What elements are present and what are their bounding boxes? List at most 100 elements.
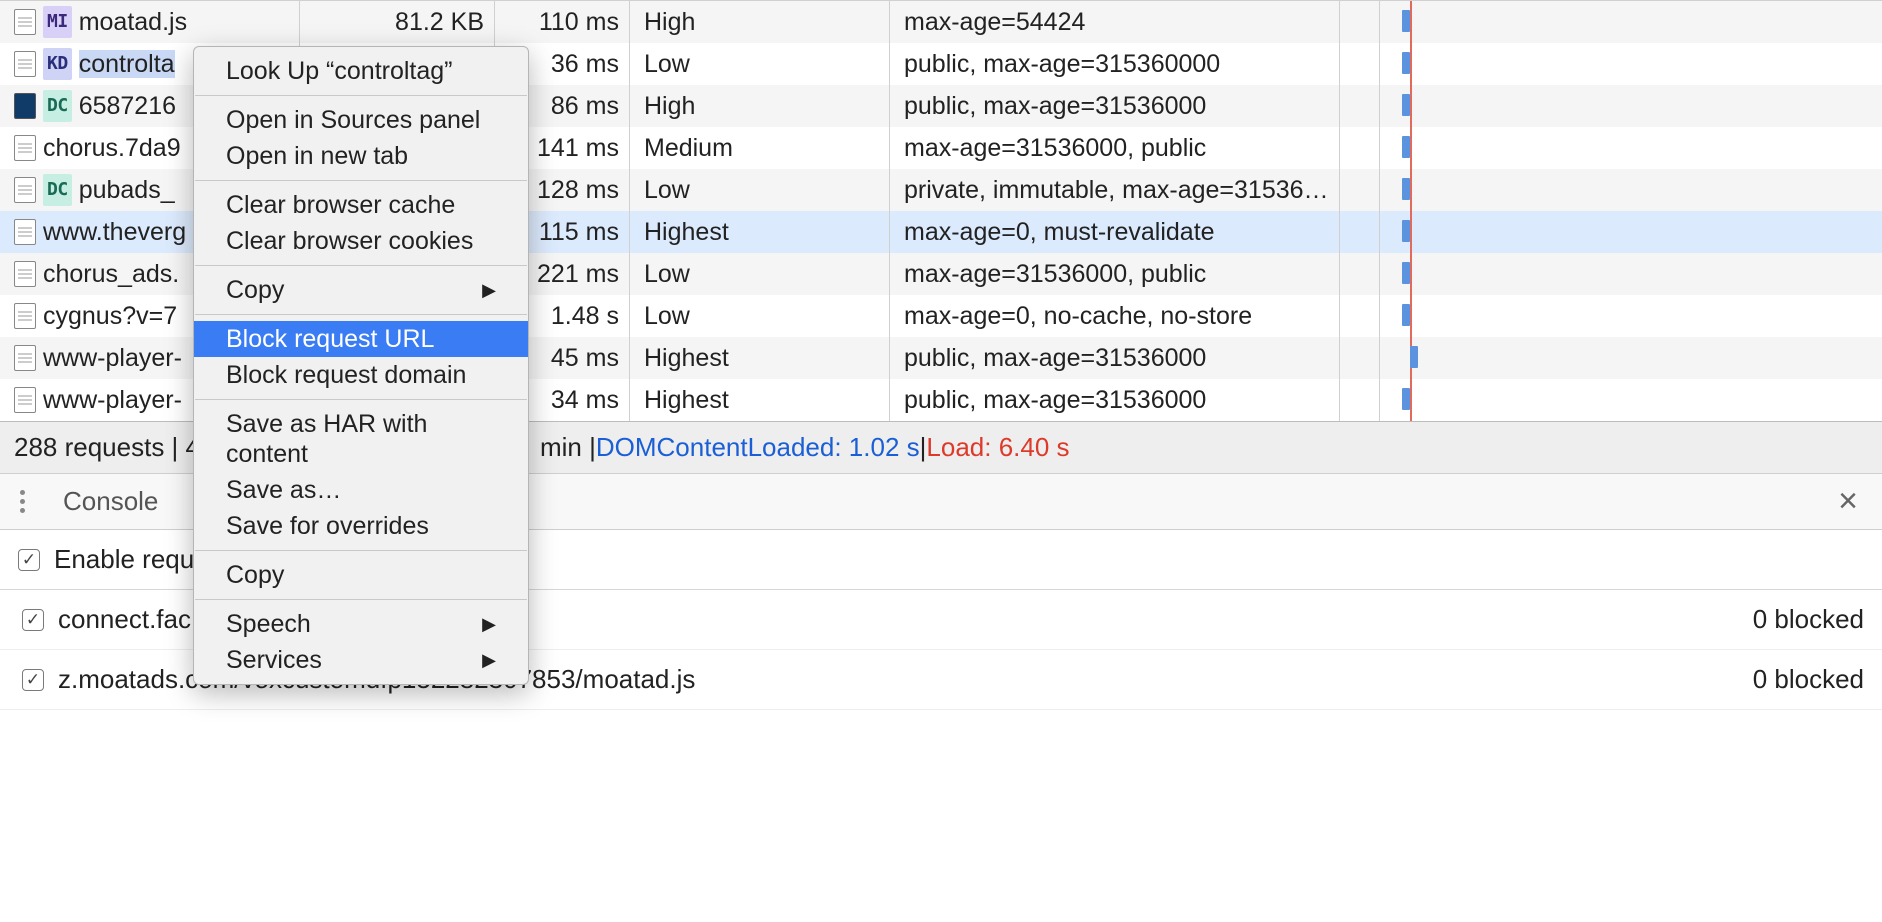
time-cell: 110 ms — [495, 1, 630, 43]
initiator-badge: KD — [43, 48, 72, 80]
menu-separator — [195, 265, 527, 266]
spacer — [1340, 295, 1380, 337]
menu-clear-cookies[interactable]: Clear browser cookies — [194, 223, 528, 259]
tab-console[interactable]: Console — [63, 486, 158, 517]
menu-separator — [195, 180, 527, 181]
initiator-badge: DC — [43, 90, 72, 122]
waterfall-cell — [1380, 295, 1882, 337]
waterfall-bar — [1402, 262, 1410, 284]
priority-cell: High — [630, 85, 890, 127]
waterfall-cell — [1380, 253, 1882, 295]
cache-control-cell: public, max-age=315360000 — [890, 43, 1340, 85]
menu-clear-cache[interactable]: Clear browser cache — [194, 187, 528, 223]
menu-speech[interactable]: Speech▶ — [194, 606, 528, 642]
pattern-checkbox[interactable] — [22, 609, 44, 631]
menu-copy[interactable]: Copy▶ — [194, 272, 528, 308]
file-icon — [14, 51, 36, 77]
spacer — [1340, 253, 1380, 295]
cache-control-cell: max-age=0, must-revalidate — [890, 211, 1340, 253]
spacer — [1340, 1, 1380, 43]
chevron-right-icon: ▶ — [482, 275, 496, 305]
waterfall-cell — [1380, 85, 1882, 127]
spacer — [1340, 43, 1380, 85]
chevron-right-icon: ▶ — [482, 645, 496, 675]
menu-save-har[interactable]: Save as HAR with content — [194, 406, 528, 472]
load-line — [1410, 43, 1412, 85]
load-line — [1410, 1, 1412, 43]
load-line — [1410, 169, 1412, 211]
request-name: cygnus?v=7 — [43, 302, 177, 330]
menu-separator — [195, 95, 527, 96]
priority-cell: Low — [630, 43, 890, 85]
priority-cell: Low — [630, 253, 890, 295]
load-line — [1410, 211, 1412, 253]
menu-save-as[interactable]: Save as… — [194, 472, 528, 508]
cache-control-cell: private, immutable, max-age=31536… — [890, 169, 1340, 211]
initiator-badge: DC — [43, 174, 72, 206]
waterfall-bar — [1402, 94, 1410, 116]
menu-open-sources[interactable]: Open in Sources panel — [194, 102, 528, 138]
waterfall-bar — [1402, 220, 1410, 242]
cache-control-cell: max-age=54424 — [890, 1, 1340, 43]
pattern-text: connect.fac — [58, 604, 191, 635]
enable-label: Enable requ — [54, 544, 194, 575]
pattern-checkbox[interactable] — [22, 669, 44, 691]
file-icon — [14, 219, 36, 245]
waterfall-bar — [1402, 304, 1410, 326]
initiator-badge: MI — [43, 6, 72, 38]
menu-block-domain[interactable]: Block request domain — [194, 357, 528, 393]
priority-cell: Low — [630, 169, 890, 211]
load-line — [1410, 253, 1412, 295]
cache-control-cell: public, max-age=31536000 — [890, 379, 1340, 421]
file-icon — [14, 261, 36, 287]
menu-copy-2[interactable]: Copy — [194, 557, 528, 593]
spacer — [1340, 169, 1380, 211]
requests-summary: 288 requests | 4 — [14, 432, 200, 463]
waterfall-cell — [1380, 1, 1882, 43]
spacer — [1340, 337, 1380, 379]
cache-control-cell: max-age=31536000, public — [890, 127, 1340, 169]
file-icon — [14, 135, 36, 161]
waterfall-cell — [1380, 379, 1882, 421]
priority-cell: High — [630, 1, 890, 43]
menu-save-overrides[interactable]: Save for overrides — [194, 508, 528, 544]
request-name: www-player- — [43, 386, 182, 414]
kebab-menu-icon[interactable] — [16, 486, 29, 517]
waterfall-bar — [1402, 52, 1410, 74]
waterfall-bar — [1402, 388, 1410, 410]
cache-control-cell: max-age=31536000, public — [890, 253, 1340, 295]
file-icon — [14, 387, 36, 413]
chevron-right-icon: ▶ — [482, 609, 496, 639]
priority-cell: Low — [630, 295, 890, 337]
load-line — [1410, 379, 1412, 421]
waterfall-bar — [1402, 136, 1410, 158]
close-icon[interactable]: × — [1830, 482, 1866, 521]
spacer — [1340, 127, 1380, 169]
spacer — [1340, 85, 1380, 127]
waterfall-cell — [1380, 43, 1882, 85]
request-name: pubads_ — [79, 176, 175, 204]
menu-services[interactable]: Services▶ — [194, 642, 528, 678]
request-name: moatad.js — [79, 8, 187, 36]
enable-checkbox[interactable] — [18, 549, 40, 571]
menu-separator — [195, 550, 527, 551]
status-sep: | — [920, 432, 927, 463]
load-line — [1410, 85, 1412, 127]
cache-control-cell: public, max-age=31536000 — [890, 85, 1340, 127]
context-menu: Look Up “controltag” Open in Sources pan… — [193, 46, 529, 685]
load-line — [1410, 127, 1412, 169]
file-icon — [14, 9, 36, 35]
waterfall-bar — [1402, 178, 1410, 200]
file-icon — [14, 345, 36, 371]
domcontentloaded-time: DOMContentLoaded: 1.02 s — [596, 432, 920, 463]
file-icon — [14, 93, 36, 119]
menu-block-url[interactable]: Block request URL — [194, 321, 528, 357]
waterfall-cell — [1380, 211, 1882, 253]
priority-cell: Highest — [630, 379, 890, 421]
load-time: Load: 6.40 s — [926, 432, 1069, 463]
menu-separator — [195, 599, 527, 600]
menu-look-up[interactable]: Look Up “controltag” — [194, 53, 528, 89]
menu-open-tab[interactable]: Open in new tab — [194, 138, 528, 174]
waterfall-bar — [1410, 346, 1418, 368]
priority-cell: Medium — [630, 127, 890, 169]
